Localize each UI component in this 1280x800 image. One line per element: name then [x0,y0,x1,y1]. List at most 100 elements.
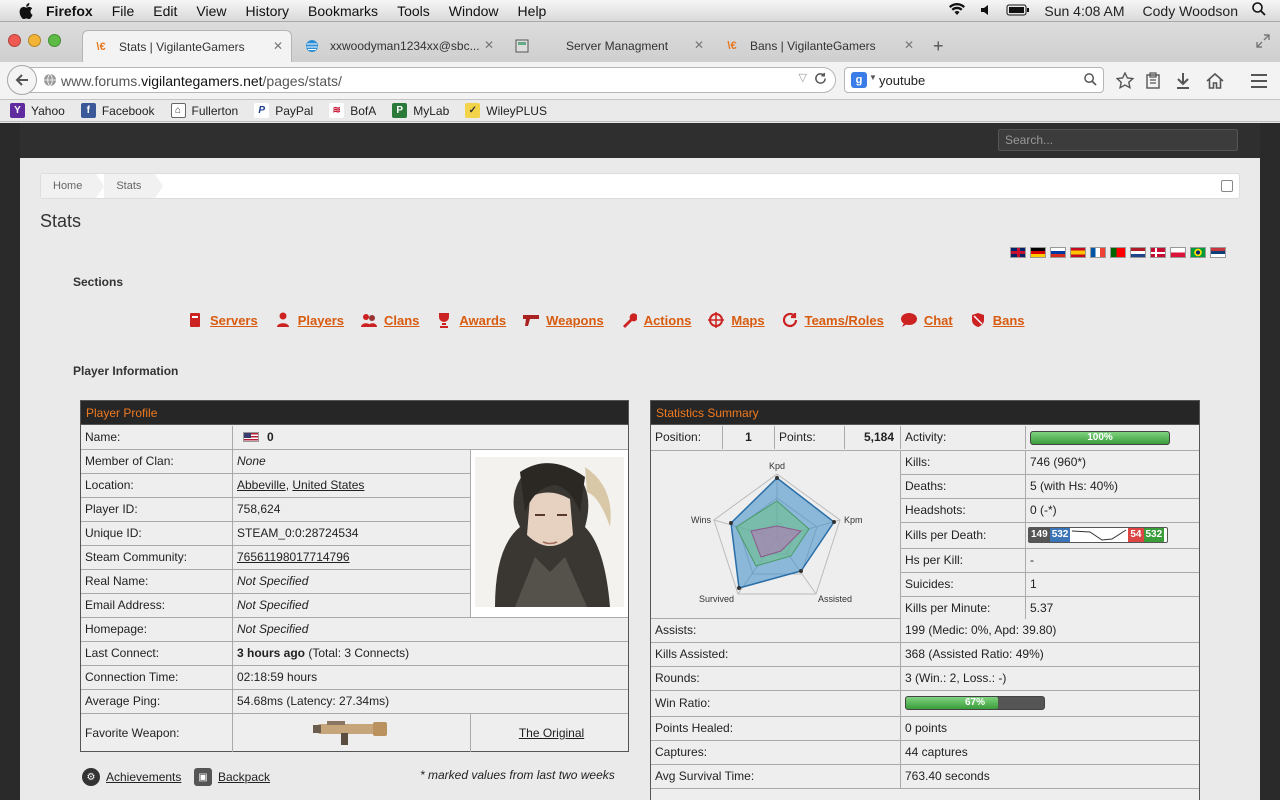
minimize-window-button[interactable] [28,34,41,47]
engine-dropdown-icon[interactable]: ▼ [869,73,877,82]
right-stat-rows: Kills: 746 (960*) Deaths: 5 (with Hs: 40%)… [901,451,1199,619]
section-bans[interactable]: Bans [969,311,1025,329]
bookmark-yahoo[interactable]: Y Yahoo [10,103,65,118]
site-header: Search... [20,123,1260,158]
statistics-summary-panel: Statistics Summary Position: 1 Points: 5… [650,400,1200,800]
search-icon[interactable] [1084,73,1097,89]
section-weapons[interactable]: Weapons [522,311,604,329]
fullscreen-icon[interactable] [1256,34,1270,51]
row-value: Not Specified [233,570,471,593]
apple-icon[interactable] [18,2,34,19]
steam-community-link[interactable]: 76561198017714796 [237,550,350,564]
close-icon[interactable]: ✕ [904,38,914,52]
section-actions[interactable]: Actions [620,311,691,329]
bookmark-bofa[interactable]: ≋ BofA [329,103,376,118]
flag-rs-icon[interactable] [1210,247,1226,258]
bookmark-paypal[interactable]: P PayPal [254,103,313,118]
section-clans[interactable]: Clans [360,311,419,329]
flag-dk-icon[interactable] [1150,247,1166,258]
search-bar[interactable]: g ▼ youtube [844,67,1104,93]
close-icon[interactable]: ✕ [484,38,494,52]
bookmark-wileyplus[interactable]: ✓ WileyPLUS [465,103,547,118]
bookmark-facebook[interactable]: f Facebook [80,103,155,118]
battery-icon[interactable] [1006,3,1030,19]
flag-nl-icon[interactable] [1130,247,1146,258]
home-icon[interactable] [1206,72,1224,93]
menu-firefox[interactable]: Firefox [46,3,93,19]
menu-help[interactable]: Help [518,3,547,19]
reload-icon[interactable] [814,72,827,88]
player-information-title: Player Information [73,364,179,378]
tab-email[interactable]: xxwoodyman1234xx@sbc... ✕ [294,30,502,62]
location-city-link[interactable]: Abbeville [237,478,286,492]
site-search-input[interactable]: Search... [998,129,1238,151]
kpd-badge: 54 [1128,528,1144,542]
page-title: Stats [40,211,82,231]
bookmark-star-icon[interactable] [1115,71,1135,93]
row-label: Headshots: [901,499,1026,522]
search-input[interactable]: youtube [879,73,925,88]
menu-edit[interactable]: Edit [153,3,177,19]
spotlight-icon[interactable] [1252,2,1266,19]
section-maps[interactable]: Maps [707,311,765,329]
menu-file[interactable]: File [112,3,135,19]
menu-history[interactable]: History [245,3,289,19]
menu-bookmarks[interactable]: Bookmarks [308,3,378,19]
favorite-weapon-link[interactable]: The Original [519,726,584,740]
flag-pl-icon[interactable] [1170,247,1186,258]
close-icon[interactable]: ✕ [694,38,704,52]
section-players[interactable]: Players [274,311,344,329]
flag-pt-icon[interactable] [1110,247,1126,258]
row-label: Kills: [901,451,1026,474]
zoom-window-button[interactable] [48,34,61,47]
section-awards[interactable]: Awards [435,311,506,329]
bookmark-fullerton[interactable]: ⌂ Fullerton [170,103,238,118]
flag-es-icon[interactable] [1070,247,1086,258]
row-label: Location: [81,474,233,497]
menu-tools[interactable]: Tools [397,3,430,19]
url-text[interactable]: www.forums.vigilantegamers.net/pages/sta… [61,73,342,89]
flag-br-icon[interactable] [1190,247,1206,258]
user-name[interactable]: Cody Woodson [1143,3,1238,19]
location-country-link[interactable]: United States [292,478,364,492]
google-icon[interactable]: g [851,72,867,88]
back-button[interactable] [7,65,37,95]
clock[interactable]: Sun 4:08 AM [1044,3,1124,19]
section-servers[interactable]: Servers [186,311,258,329]
flag-ru-icon[interactable] [1050,247,1066,258]
tab-server-management[interactable]: Server Managment ✕ [504,30,712,62]
backpack-link[interactable]: ▣ Backpack [194,768,270,786]
close-window-button[interactable] [8,34,21,47]
achievements-link[interactable]: ⚙ Achievements [82,768,181,786]
new-tab-button[interactable]: + [933,36,944,57]
flag-de-icon[interactable] [1030,247,1046,258]
breadcrumb-home[interactable]: Home [41,174,105,198]
menu-hamburger-icon[interactable] [1250,73,1268,92]
row-label: Captures: [651,741,901,764]
section-teams-roles[interactable]: Teams/Roles [781,311,884,329]
reading-list-icon[interactable] [1145,72,1161,93]
flag-fr-icon[interactable] [1090,247,1106,258]
wifi-icon[interactable] [948,2,966,19]
activity-label: Activity: [901,426,1026,449]
bookmark-page-icon[interactable] [1221,180,1233,192]
close-icon[interactable]: ✕ [273,39,283,53]
flag-uk-icon[interactable] [1010,247,1026,258]
vg-icon: \€ [96,40,106,53]
downloads-icon[interactable] [1175,72,1191,93]
menu-window[interactable]: Window [449,3,499,19]
tab-bans[interactable]: \€ Bans | VigilanteGamers ✕ [714,30,922,62]
refresh-icon [781,311,799,329]
bookmark-mylab[interactable]: P MyLab [392,103,449,118]
section-chat[interactable]: Chat [900,311,953,329]
player-profile-panel: Player Profile Name: 0 Member of Clan: N… [80,400,629,752]
url-path: /pages/stats/ [262,73,342,89]
breadcrumb-stats[interactable]: Stats [104,174,164,198]
menu-view[interactable]: View [196,3,226,19]
volume-icon[interactable] [980,3,992,19]
points-label: Points: [775,426,845,449]
url-bar[interactable]: www.forums.vigilantegamers.net/pages/sta… [7,65,836,95]
tab-stats[interactable]: \€ Stats | VigilanteGamers ✕ [82,30,292,62]
history-dropdown-icon[interactable]: ▽ [799,71,807,84]
bookmark-label: MyLab [413,103,450,118]
